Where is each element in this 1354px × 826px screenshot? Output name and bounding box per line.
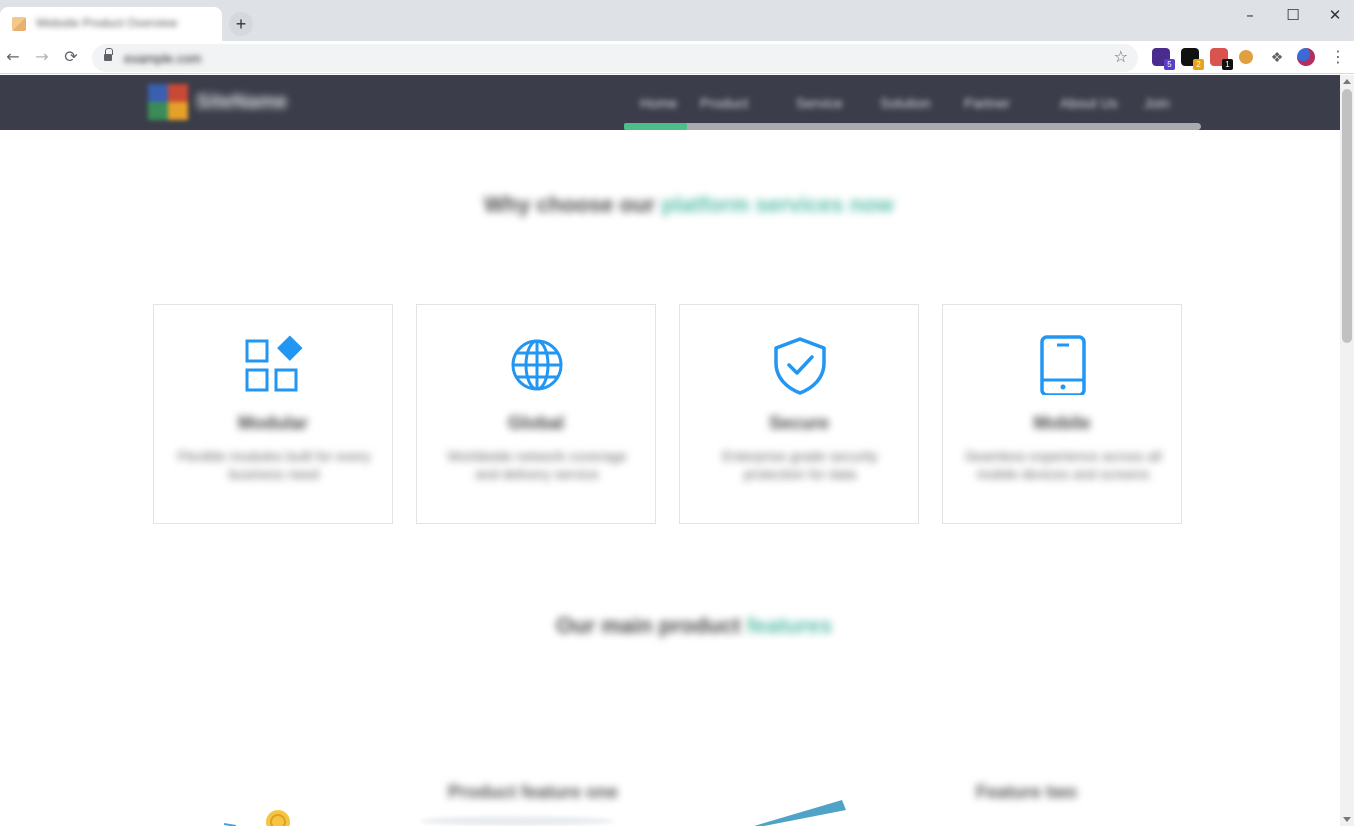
ribbon-illustration	[754, 800, 846, 826]
card-description: Flexible modules built for every busines…	[177, 448, 371, 482]
back-button[interactable]: ←	[2, 46, 24, 68]
feature-card-global[interactable]: Global Worldwide network coverage and de…	[416, 304, 656, 524]
feature-card-modular[interactable]: Modular Flexible modules built for every…	[153, 304, 393, 524]
nav-underline-track	[624, 123, 1201, 130]
nav-item-service[interactable]: Service	[796, 95, 843, 111]
section-title-highlight: features	[746, 613, 833, 638]
nav-active-indicator	[624, 123, 687, 130]
nav-item-partner[interactable]: Partner	[964, 95, 1010, 111]
feature-caption: Product feature one	[448, 782, 618, 803]
tab-strip: Website Product Overview + – ☐ ✕	[0, 0, 1354, 41]
browser-tab[interactable]: Website Product Overview	[0, 7, 222, 41]
page-scrollbar[interactable]	[1340, 75, 1354, 826]
browser-menu-icon[interactable]: ⋮	[1330, 47, 1346, 66]
nav-item-about[interactable]: About Us	[1060, 95, 1118, 111]
feature-card-mobile[interactable]: Mobile Seamless experience across all mo…	[942, 304, 1182, 524]
lock-icon[interactable]	[104, 48, 113, 62]
extension-1-icon[interactable]: 5	[1152, 48, 1175, 70]
section-title-dark: Our main product	[556, 613, 741, 638]
scroll-thumb[interactable]	[1342, 89, 1352, 343]
tab-favicon-icon	[12, 17, 26, 31]
logo-text[interactable]: SiteName	[196, 91, 287, 114]
section-title-why: Why choose our platform services now	[484, 192, 894, 218]
nav-item-join[interactable]: Join	[1144, 95, 1170, 111]
nav-item-product[interactable]: Product	[700, 95, 748, 111]
address-bar[interactable]: example.com ☆	[92, 44, 1138, 72]
feature-shadow	[420, 816, 614, 826]
feature-caption-dark: Product feature one	[448, 782, 619, 802]
coin-illustration	[223, 810, 290, 826]
browser-toolbar: ← → ⟳ example.com ☆ 5 2 1 ❖ ⋮	[0, 41, 1354, 74]
site-header: SiteName Home Product Service Solution P…	[0, 75, 1340, 130]
card-title: Global	[507, 413, 564, 433]
url-text[interactable]: example.com	[124, 51, 201, 66]
section-title-dark: Why choose our	[484, 192, 656, 217]
forward-button[interactable]: →	[31, 46, 53, 68]
section-title-highlight: platform services now	[661, 192, 894, 217]
minimize-button[interactable]: –	[1236, 4, 1264, 26]
card-description: Seamless experience across all mobile de…	[964, 448, 1162, 482]
nav-item-solution[interactable]: Solution	[880, 95, 931, 111]
extension-2-icon[interactable]: 2	[1181, 48, 1204, 70]
card-title: Secure	[768, 413, 830, 433]
logo-mark[interactable]	[148, 84, 188, 120]
cookie-icon[interactable]	[1239, 50, 1253, 64]
extension-badge: 5	[1164, 59, 1175, 70]
close-window-button[interactable]: ✕	[1321, 4, 1349, 26]
feature-caption-dark: Feature two	[976, 782, 1078, 802]
tablet-icon	[1040, 335, 1086, 395]
nav-item-home[interactable]: Home	[640, 95, 677, 111]
feature-card-secure[interactable]: Secure Enterprise grade security protect…	[679, 304, 919, 524]
bookmark-star-icon[interactable]: ☆	[1114, 47, 1128, 66]
apps-icon	[245, 335, 303, 392]
card-description: Worldwide network coverage and delivery …	[447, 448, 627, 482]
card-title: Mobile	[1033, 413, 1091, 433]
scroll-down-icon[interactable]	[1343, 817, 1351, 822]
profile-avatar[interactable]	[1297, 48, 1315, 66]
extension-3-icon[interactable]: 1	[1210, 48, 1233, 70]
maximize-button[interactable]: ☐	[1279, 4, 1307, 26]
card-title: Modular	[238, 413, 308, 433]
puzzle-icon[interactable]: ❖	[1268, 48, 1286, 66]
extension-badge: 2	[1193, 59, 1204, 70]
scroll-up-icon[interactable]	[1343, 79, 1351, 84]
card-description: Enterprise grade security protection for…	[722, 448, 878, 482]
extension-badge: 1	[1222, 59, 1233, 70]
globe-icon	[511, 339, 563, 391]
feature-caption: Feature two	[976, 782, 1077, 803]
reload-button[interactable]: ⟳	[60, 46, 82, 68]
tab-title: Website Product Overview	[36, 16, 178, 30]
section-title-products: Our main product features	[556, 613, 832, 639]
shield-check-icon	[774, 337, 826, 395]
new-tab-button[interactable]: +	[229, 12, 253, 36]
